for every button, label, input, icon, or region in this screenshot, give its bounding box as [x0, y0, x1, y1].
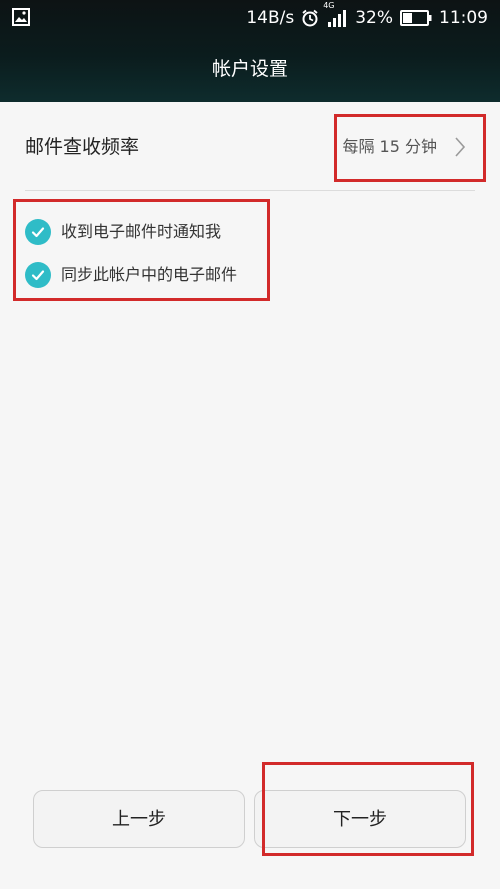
checkmark-icon: [31, 227, 45, 238]
status-bar: 14B/s 4G 32% 11:09: [0, 0, 500, 36]
alarm-icon: [302, 9, 318, 27]
notify-label: 收到电子邮件时通知我: [61, 222, 222, 241]
checkmark-icon: [31, 270, 45, 281]
chevron-right-icon: [455, 137, 466, 157]
checkbox-checked[interactable]: [25, 262, 51, 288]
status-right: 14B/s 4G 32% 11:09: [246, 2, 488, 30]
divider: [25, 190, 475, 191]
checkbox-checked[interactable]: [25, 219, 51, 245]
frequency-row[interactable]: 邮件查收频率 每隔 15 分钟: [25, 120, 475, 180]
app-header: 14B/s 4G 32% 11:09 帐户设置: [0, 0, 500, 102]
image-icon: [12, 8, 30, 26]
battery-percent: 32%: [355, 8, 393, 28]
next-button[interactable]: 下一步: [254, 790, 466, 848]
clock: 11:09: [439, 8, 488, 28]
signal-icon: 4G: [323, 2, 348, 28]
frequency-label: 邮件查收频率: [25, 136, 140, 158]
frequency-value[interactable]: 每隔 15 分钟: [342, 132, 437, 162]
sync-label: 同步此帐户中的电子邮件: [61, 265, 238, 284]
prev-button[interactable]: 上一步: [33, 790, 245, 848]
page-title: 帐户设置: [211, 58, 288, 80]
notify-option[interactable]: 收到电子邮件时通知我: [25, 217, 221, 247]
network-speed: 14B/s: [246, 8, 295, 28]
battery-icon: [400, 10, 432, 26]
sync-option[interactable]: 同步此帐户中的电子邮件: [25, 260, 237, 290]
